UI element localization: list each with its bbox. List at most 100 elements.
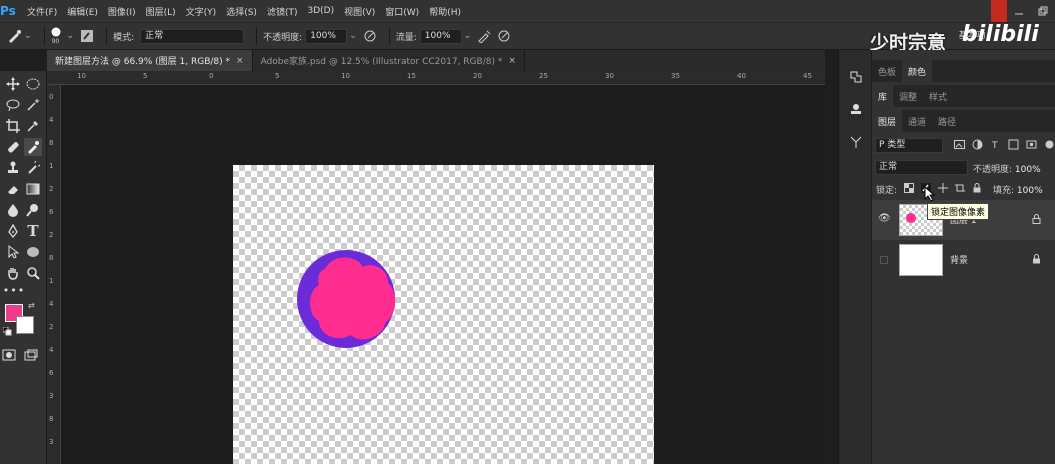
- ruler-tick-label: 6: [49, 369, 54, 377]
- quick-mask-button[interactable]: [0, 346, 18, 364]
- chevron-down-icon[interactable]: ⌄: [464, 31, 472, 41]
- brush-tool-preset[interactable]: ⌄: [6, 28, 32, 44]
- eraser-icon: [8, 186, 18, 194]
- brush-icon: [28, 141, 39, 154]
- lasso-tool[interactable]: [4, 96, 22, 114]
- menu-view[interactable]: 视图(V): [339, 5, 380, 18]
- eraser-tool[interactable]: [4, 180, 22, 198]
- ruler-tick-label: 8: [49, 415, 54, 423]
- menu-filter[interactable]: 滤镜(T): [262, 5, 303, 18]
- close-icon[interactable]: ×: [508, 56, 516, 66]
- shape-filter-icon[interactable]: [1008, 139, 1019, 150]
- pen-tool[interactable]: [4, 222, 22, 240]
- quick-mask-icon: [2, 349, 16, 361]
- lock-position-icon[interactable]: [938, 183, 948, 193]
- document-canvas[interactable]: [233, 165, 654, 464]
- menu-type[interactable]: 文字(Y): [181, 5, 222, 18]
- tab-styles[interactable]: 样式: [923, 85, 953, 107]
- adjustment-filter-icon[interactable]: [972, 139, 983, 150]
- tab-swatches[interactable]: 色板: [872, 60, 902, 82]
- brush-tip-icon: [51, 27, 61, 36]
- screen-mode-button[interactable]: [22, 346, 40, 364]
- restore-button[interactable]: [1031, 0, 1055, 22]
- move-tool[interactable]: [4, 75, 22, 93]
- clone-stamp-tool[interactable]: [4, 159, 22, 177]
- minimize-button[interactable]: [1007, 0, 1031, 22]
- tab-adjustments[interactable]: 调整: [893, 85, 923, 107]
- ellipse-marquee-tool[interactable]: [24, 75, 42, 93]
- flow-input[interactable]: 100%: [419, 28, 462, 44]
- brush-size-picker[interactable]: 90: [51, 27, 61, 46]
- layer-filter-select[interactable]: P 类型: [875, 138, 943, 153]
- menu-image[interactable]: 图像(I): [103, 5, 141, 18]
- brush-panel-toggle[interactable]: [80, 29, 94, 43]
- tab-new-layer-method[interactable]: 新建图层方法 @ 66.9% (图层 1, RGB/8) * ×: [47, 50, 253, 71]
- tab-label: 新建图层方法 @ 66.9% (图层 1, RGB/8) *: [55, 57, 231, 67]
- default-colors-icon[interactable]: [2, 326, 12, 339]
- menu-select[interactable]: 选择(S): [221, 5, 262, 18]
- path-selection-tool[interactable]: [4, 243, 22, 261]
- history-brush-tool[interactable]: [24, 159, 42, 177]
- pressure-opacity-toggle[interactable]: [363, 29, 377, 43]
- brush-tool[interactable]: [24, 138, 42, 156]
- magic-wand-tool[interactable]: [24, 96, 42, 114]
- ruler-tick-label: 2: [49, 231, 54, 239]
- chevron-down-icon[interactable]: ⌄: [349, 31, 357, 41]
- eye-icon[interactable]: 👁: [878, 213, 891, 224]
- opacity-input[interactable]: 100%: [305, 28, 348, 44]
- gradient-tool[interactable]: [24, 180, 42, 198]
- lock-artboard-icon[interactable]: [955, 183, 965, 193]
- image-filter-icon[interactable]: [954, 139, 965, 150]
- pressure-size-toggle[interactable]: [497, 29, 511, 43]
- toggle-filter-icon[interactable]: [1044, 139, 1055, 150]
- properties-panel-button[interactable]: [849, 102, 863, 119]
- dodge-tool[interactable]: [24, 201, 42, 219]
- history-panel-button[interactable]: [849, 70, 863, 87]
- droplet-icon: [8, 204, 18, 217]
- menu-help[interactable]: 帮助(H): [424, 5, 466, 18]
- tab-adobe-family[interactable]: Adobe家族.psd @ 12.5% (Illustrator CC2017,…: [252, 50, 525, 71]
- lock-all-icon[interactable]: [972, 183, 982, 193]
- edit-toolbar-button[interactable]: •••: [3, 281, 24, 299]
- lock-icon: [1032, 214, 1041, 227]
- paths-panel-button[interactable]: [849, 135, 863, 152]
- menu-window[interactable]: 窗口(W): [380, 5, 424, 18]
- tab-color[interactable]: 颜色: [902, 60, 933, 82]
- swap-colors-icon[interactable]: ⇄: [28, 301, 35, 310]
- tab-layers[interactable]: 图层: [872, 110, 903, 132]
- history-brush-icon: [28, 161, 40, 174]
- blur-tool[interactable]: [4, 201, 22, 219]
- mode-select[interactable]: 正常: [140, 28, 245, 44]
- tab-libraries[interactable]: 库: [872, 85, 894, 107]
- background-color-swatch[interactable]: [16, 316, 34, 334]
- hand-tool[interactable]: [4, 264, 22, 282]
- ruler-tick-label: 4: [49, 346, 54, 354]
- close-window-button[interactable]: [991, 0, 1007, 22]
- menu-file[interactable]: 文件(F): [22, 5, 62, 18]
- fill-value[interactable]: 100%: [1017, 186, 1043, 196]
- visibility-toggle[interactable]: [880, 256, 888, 264]
- menu-3d[interactable]: 3D(D): [302, 6, 339, 16]
- tab-channels[interactable]: 通道: [902, 110, 932, 132]
- eyedropper-tool[interactable]: [24, 117, 42, 135]
- pressure-opacity-icon: [364, 30, 376, 42]
- blend-mode-select[interactable]: 正常: [875, 160, 968, 175]
- zoom-tool[interactable]: [24, 264, 42, 282]
- lock-transparent-icon[interactable]: [904, 183, 914, 193]
- dodge-icon: [26, 204, 38, 217]
- layer-row-background[interactable]: 背景: [872, 240, 1055, 280]
- ellipse-tool[interactable]: [24, 243, 42, 261]
- smart-object-filter-icon[interactable]: [1026, 139, 1037, 150]
- chevron-down-icon[interactable]: ⌄: [67, 31, 75, 41]
- close-icon[interactable]: ×: [236, 56, 244, 66]
- airbrush-toggle[interactable]: [477, 29, 491, 43]
- type-tool[interactable]: T: [24, 222, 42, 240]
- menu-edit[interactable]: 编辑(E): [62, 5, 103, 18]
- menu-layer[interactable]: 图层(L): [141, 5, 181, 18]
- tab-label: Adobe家族.psd @ 12.5% (Illustrator CC2017,…: [260, 57, 503, 67]
- tab-paths[interactable]: 路径: [932, 110, 962, 132]
- crop-tool[interactable]: [4, 117, 22, 135]
- layer-opacity-value[interactable]: 100%: [1015, 165, 1041, 175]
- type-filter-icon[interactable]: T: [990, 139, 1001, 150]
- healing-brush-tool[interactable]: [4, 138, 22, 156]
